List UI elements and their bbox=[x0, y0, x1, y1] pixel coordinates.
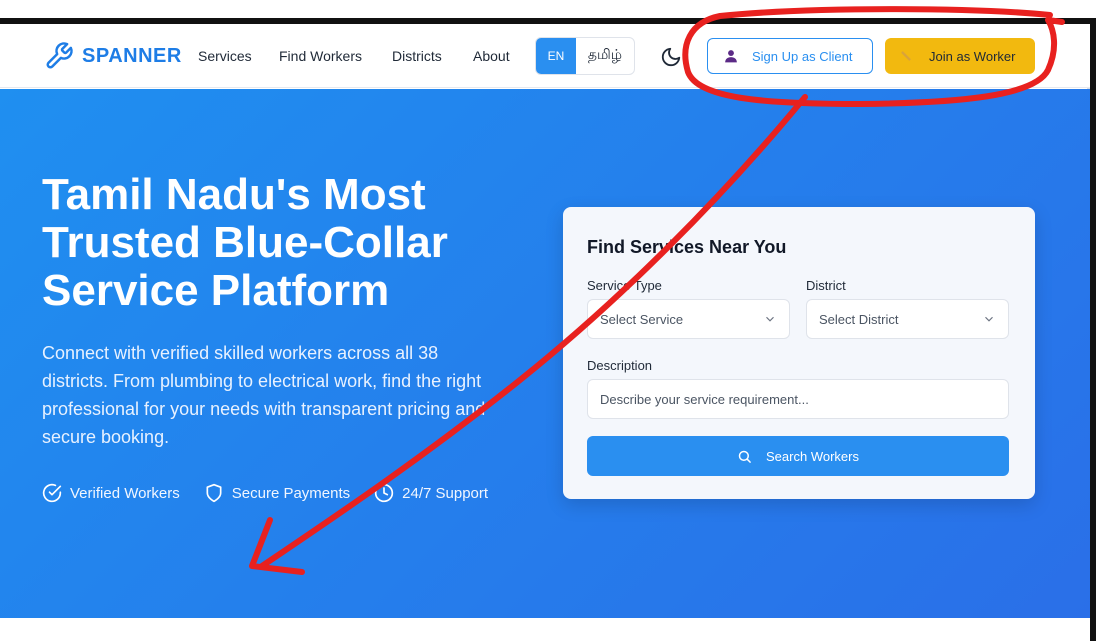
chevron-down-icon bbox=[985, 316, 993, 322]
join-worker-label: Join as Worker bbox=[929, 48, 1016, 64]
clock-icon bbox=[374, 483, 394, 503]
search-card-title: Find Services Near You bbox=[587, 237, 787, 257]
description-input[interactable] bbox=[587, 379, 1009, 419]
brand-logo[interactable]: SPANNER bbox=[44, 41, 182, 71]
feature-label: Verified Workers bbox=[70, 484, 180, 502]
feature-label: Secure Payments bbox=[231, 484, 351, 502]
lang-en-button[interactable]: EN bbox=[536, 38, 576, 74]
feature-support: 24/7 Support bbox=[374, 483, 488, 503]
lang-ta-button[interactable]: தமிழ் bbox=[576, 38, 634, 74]
feature-list: Verified Workers Secure Payments 24/7 Su… bbox=[42, 483, 488, 503]
district-label: District bbox=[806, 278, 846, 293]
description-label: Description bbox=[587, 358, 653, 373]
tool-icon bbox=[901, 51, 911, 61]
hero-title-line: Trusted Blue-Collar bbox=[42, 218, 448, 267]
search-icon bbox=[738, 450, 751, 463]
chevron-down-icon bbox=[766, 316, 774, 322]
service-type-select[interactable]: Select Service bbox=[587, 299, 790, 339]
search-workers-label: Search Workers bbox=[766, 448, 859, 464]
moon-icon[interactable] bbox=[660, 46, 682, 68]
check-circle-icon bbox=[42, 483, 62, 503]
sign-up-client-label: Sign Up as Client bbox=[752, 48, 853, 64]
service-type-value: Select Service bbox=[600, 311, 684, 327]
window-right-border bbox=[1090, 18, 1096, 641]
sign-up-client-button[interactable]: Sign Up as Client bbox=[707, 38, 873, 74]
wrench-icon bbox=[46, 42, 73, 69]
top-navbar: SPANNER Services Find Workers Districts … bbox=[0, 24, 1090, 88]
feature-label: 24/7 Support bbox=[402, 484, 489, 502]
district-value: Select District bbox=[819, 311, 899, 327]
hero-description: Connect with verified skilled workers ac… bbox=[42, 343, 486, 447]
hero-title-line: Tamil Nadu's Most bbox=[42, 170, 426, 219]
nav-link-about[interactable]: About bbox=[473, 48, 510, 64]
search-card: Find Services Near You Service Type Sele… bbox=[563, 207, 1035, 499]
nav-link-find-workers[interactable]: Find Workers bbox=[279, 48, 362, 64]
feature-verified: Verified Workers bbox=[42, 483, 180, 503]
district-select[interactable]: Select District bbox=[806, 299, 1009, 339]
search-workers-button[interactable]: Search Workers bbox=[587, 436, 1009, 476]
user-icon bbox=[725, 50, 737, 63]
language-switcher: EN தமிழ் bbox=[535, 37, 635, 75]
feature-secure: Secure Payments bbox=[204, 483, 350, 503]
shield-icon bbox=[206, 483, 222, 503]
hero-title: Tamil Nadu's Most Trusted Blue-Collar Se… bbox=[42, 171, 522, 315]
top-strip bbox=[0, 0, 1096, 18]
join-worker-button[interactable]: Join as Worker bbox=[885, 38, 1035, 74]
service-type-label: Service Type bbox=[587, 278, 662, 293]
hero-section: Tamil Nadu's Most Trusted Blue-Collar Se… bbox=[0, 89, 1090, 618]
nav-link-services[interactable]: Services bbox=[198, 48, 252, 64]
brand-name: SPANNER bbox=[82, 44, 182, 67]
hero-title-line: Service Platform bbox=[42, 266, 390, 315]
nav-link-districts[interactable]: Districts bbox=[392, 48, 442, 64]
